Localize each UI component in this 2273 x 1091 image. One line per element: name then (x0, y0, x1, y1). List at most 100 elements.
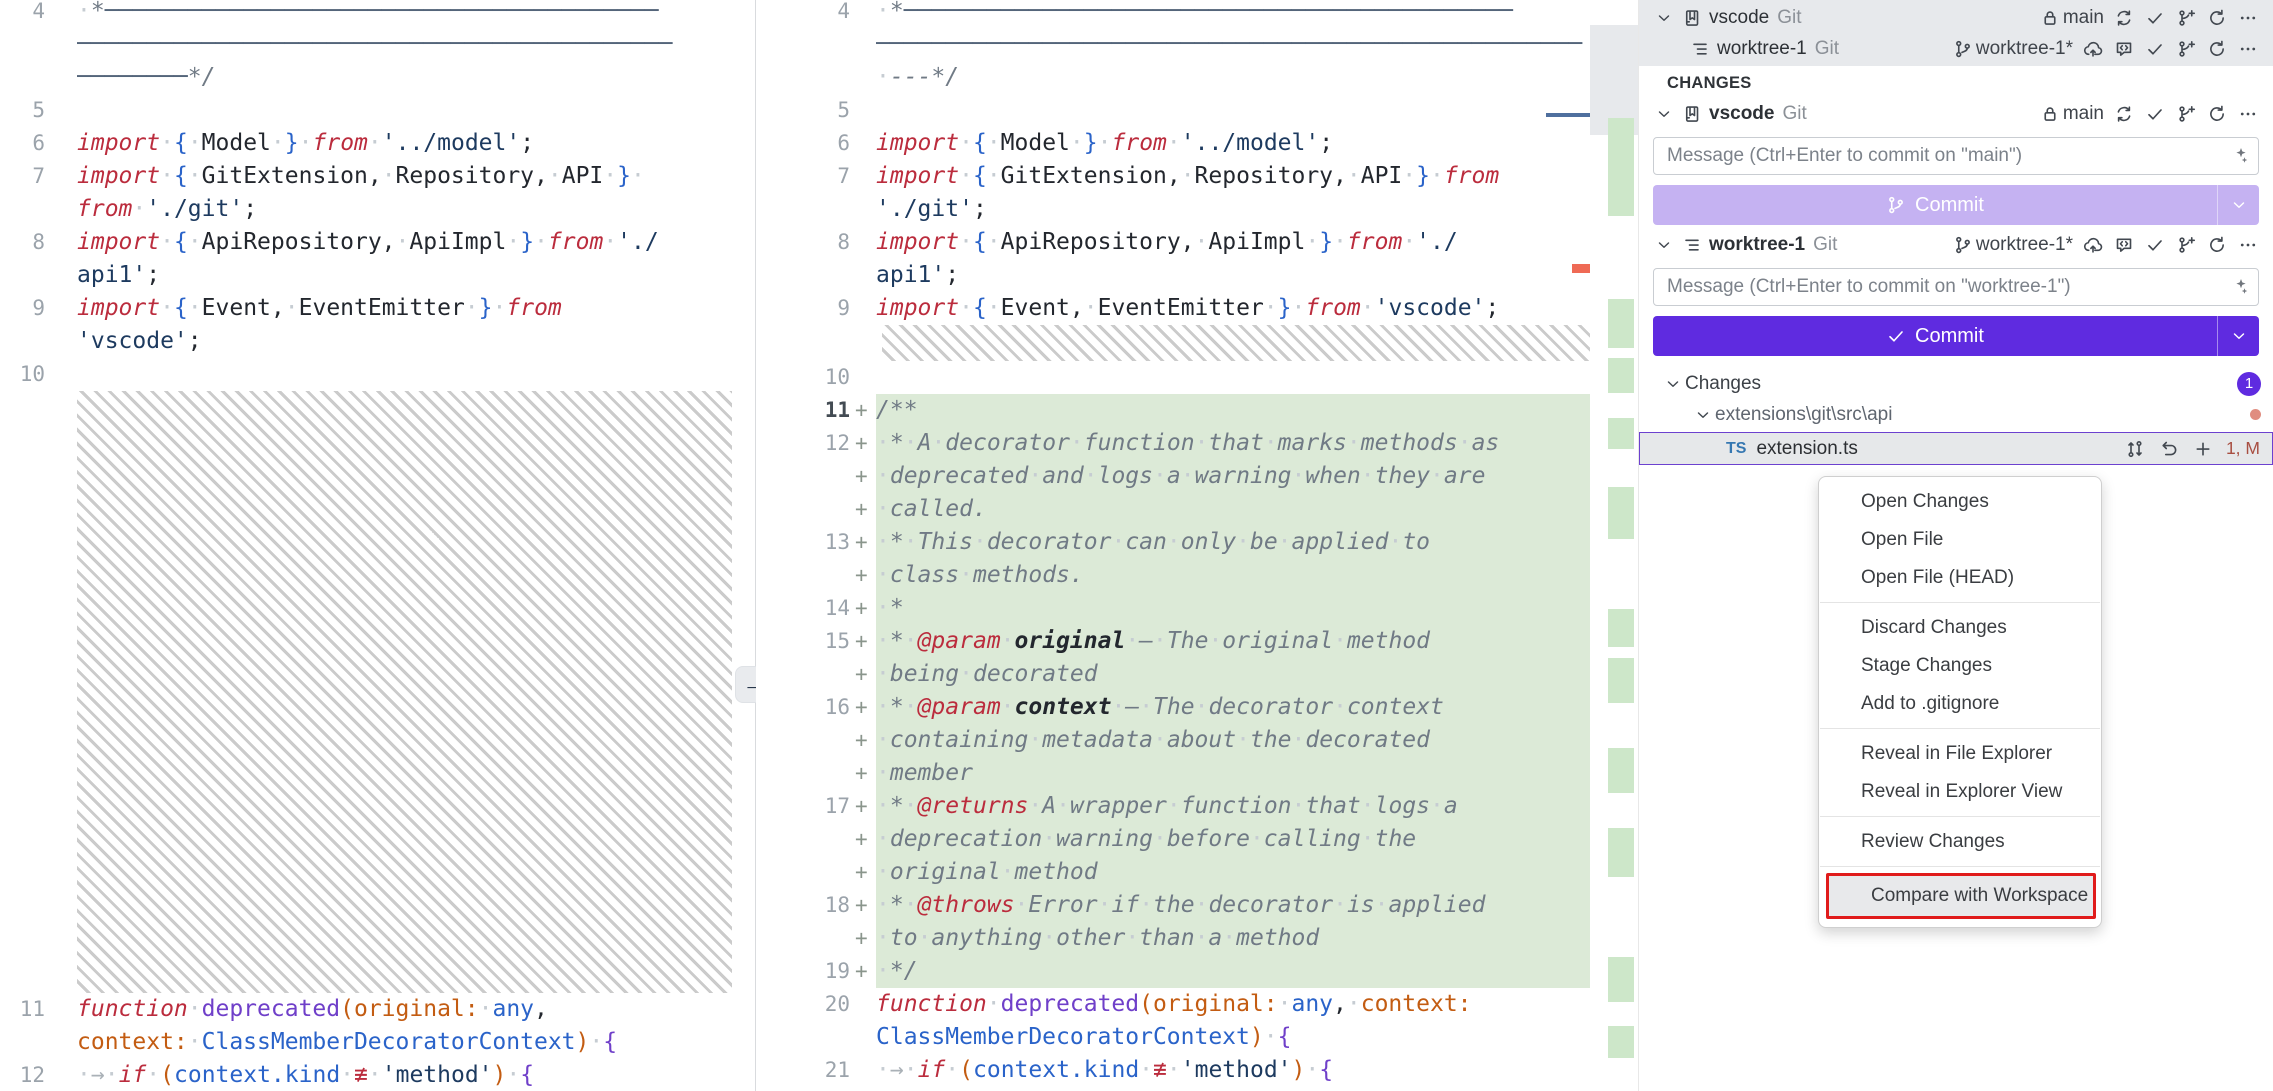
added-line-plus (850, 226, 876, 259)
check-action-button[interactable] (2139, 35, 2170, 63)
sync-action-button[interactable] (2108, 4, 2139, 32)
menu-item-review-changes[interactable]: Review Changes (1819, 823, 2101, 861)
compare-changes-action-button[interactable] (2118, 435, 2152, 463)
branch-create-action-button[interactable] (2170, 4, 2201, 32)
code-text: import·{·ApiRepository,·ApiImpl·}·from·'… (876, 226, 1590, 259)
menu-item-open-file[interactable]: Open File (1819, 521, 2101, 559)
repo-row-vscode[interactable]: vscodeGitmain (1639, 98, 2273, 129)
refresh-action-button[interactable] (2201, 35, 2232, 63)
added-line-plus (850, 292, 876, 325)
more-action-button[interactable] (2232, 4, 2263, 32)
branch-status[interactable]: worktree-1* (1953, 38, 2073, 60)
commit-button[interactable]: Commit (1653, 185, 2259, 225)
commit-message-input[interactable]: Message (Ctrl+Enter to commit on "worktr… (1653, 268, 2259, 306)
code-text: function·deprecated(original:·any, (77, 993, 755, 1026)
discard-action-button[interactable] (2152, 435, 2186, 463)
menu-item-reveal-in-file-explorer[interactable]: Reveal in File Explorer (1819, 735, 2101, 773)
more-action-button[interactable] (2232, 231, 2263, 259)
code-text: import·{·Model·}·from·'../model'; (876, 127, 1590, 160)
typescript-file-icon: TS (1726, 440, 1746, 458)
menu-item-reveal-in-explorer-view[interactable]: Reveal in Explorer View (1819, 773, 2101, 811)
code-row: +·original·method (756, 856, 1590, 889)
more-icon (2238, 8, 2258, 28)
branch-create-icon (2176, 104, 2196, 124)
add-action-button[interactable] (2186, 435, 2220, 463)
repo-row-vscode[interactable]: vscodeGitmain (1639, 2, 2273, 33)
changes-section-header[interactable]: CHANGES (1639, 68, 2273, 98)
changes-group-row[interactable]: Changes1 (1639, 368, 2273, 399)
commit-message-input[interactable]: Message (Ctrl+Enter to commit on "main") (1653, 137, 2259, 175)
cloud-upload-action-button[interactable] (2077, 231, 2108, 259)
line-number (756, 856, 850, 889)
diff-original-pane[interactable]: 4·*─────────────────────────────────────… (0, 0, 755, 1091)
branch-create-icon (2176, 8, 2196, 28)
branch-create-action-button[interactable] (2170, 231, 2201, 259)
cloud-upload-action-button[interactable] (2077, 35, 2108, 63)
branch-create-action-button[interactable] (2170, 35, 2201, 63)
code-row: 9import·{·Event,·EventEmitter·}·from (0, 292, 755, 325)
commit-message-placeholder: Message (Ctrl+Enter to commit on "main") (1667, 145, 2228, 167)
commit-dropdown-button[interactable] (2217, 316, 2259, 356)
code-text: import·{·Event,·EventEmitter·}·from·'vsc… (876, 292, 1590, 325)
repo-name: worktree-1 (1709, 234, 1805, 256)
menu-item-add-to-gitignore[interactable]: Add to .gitignore (1819, 685, 2101, 723)
branch-name: main (2063, 103, 2104, 125)
comment-code-action-button[interactable] (2108, 35, 2139, 63)
branch-status[interactable]: main (2040, 7, 2104, 29)
check-action-button[interactable] (2139, 231, 2170, 259)
commit-dropdown-button[interactable] (2217, 185, 2259, 225)
branch-status[interactable]: main (2040, 103, 2104, 125)
folder-row[interactable]: extensions\git\src\api (1639, 399, 2273, 430)
code-row: 11function·deprecated(original:·any, (0, 993, 755, 1026)
menu-item-stage-changes[interactable]: Stage Changes (1819, 647, 2101, 685)
branch-create-action-button[interactable] (2170, 100, 2201, 128)
code-text: context:·ClassMemberDecoratorContext)·{ (77, 1026, 755, 1059)
check-action-button[interactable] (2139, 4, 2170, 32)
repo-row-worktree-1[interactable]: worktree-1Gitworktree-1* (1639, 229, 2273, 260)
repo-provider-label: Git (1782, 103, 1806, 125)
chevron-down-icon (2230, 196, 2248, 214)
repo-row-worktree-1[interactable]: worktree-1Gitworktree-1* (1639, 33, 2273, 64)
added-line-plus: + (850, 526, 876, 559)
changes-section-title: CHANGES (1667, 74, 1752, 93)
cloud-upload-icon (2083, 39, 2103, 59)
line-number (0, 259, 45, 292)
menu-item-discard-changes[interactable]: Discard Changes (1819, 609, 2101, 647)
repo-icon (1677, 8, 1707, 28)
code-row: 6 import·{·Model·}·from·'../model'; (756, 127, 1590, 160)
line-number: 12 (756, 427, 850, 460)
more-action-button[interactable] (2232, 35, 2263, 63)
menu-item-open-changes[interactable]: Open Changes (1819, 483, 2101, 521)
branch-status[interactable]: worktree-1* (1953, 234, 2073, 256)
sync-action-button[interactable] (2108, 100, 2139, 128)
code-text: /** (876, 394, 1590, 427)
overview-ruler[interactable] (1590, 0, 1638, 1091)
refresh-action-button[interactable] (2201, 231, 2232, 259)
refresh-action-button[interactable] (2201, 100, 2232, 128)
comment-code-action-button[interactable] (2108, 231, 2139, 259)
menu-item-compare-with-workspace[interactable]: Compare with Workspace (1829, 876, 2093, 916)
git-branch-icon (1953, 235, 1973, 255)
diff-modified-pane[interactable]: 4·*─────────────────────────────────────… (756, 0, 1590, 1091)
line-number (756, 493, 850, 526)
more-icon (2238, 104, 2258, 124)
file-row-extension-ts[interactable]: TSextension.ts1, M (1639, 432, 2273, 465)
refresh-action-button[interactable] (2201, 4, 2232, 32)
code-row: './git'; (756, 193, 1590, 226)
code-text: ·→·if·(context.kind·≢·'method')·{ (77, 1059, 755, 1091)
line-number: 6 (756, 127, 850, 160)
line-number (0, 61, 45, 94)
code-row: api1'; (0, 259, 755, 292)
repo-sections: vscodeGitmainMessage (Ctrl+Enter to comm… (1639, 98, 2273, 356)
code-text: ·*/ (876, 955, 1590, 988)
commit-button[interactable]: Commit (1653, 316, 2259, 356)
line-number: 8 (0, 226, 45, 259)
more-action-button[interactable] (2232, 100, 2263, 128)
check-action-button[interactable] (2139, 100, 2170, 128)
menu-item-open-file-head-[interactable]: Open File (HEAD) (1819, 559, 2101, 597)
code-row: 10 (756, 361, 1590, 394)
deleted-lines-marker (1572, 264, 1590, 273)
commit-button-label: Commit (1915, 325, 1984, 348)
code-text: ────────*/ (77, 61, 755, 94)
line-number (0, 325, 45, 358)
